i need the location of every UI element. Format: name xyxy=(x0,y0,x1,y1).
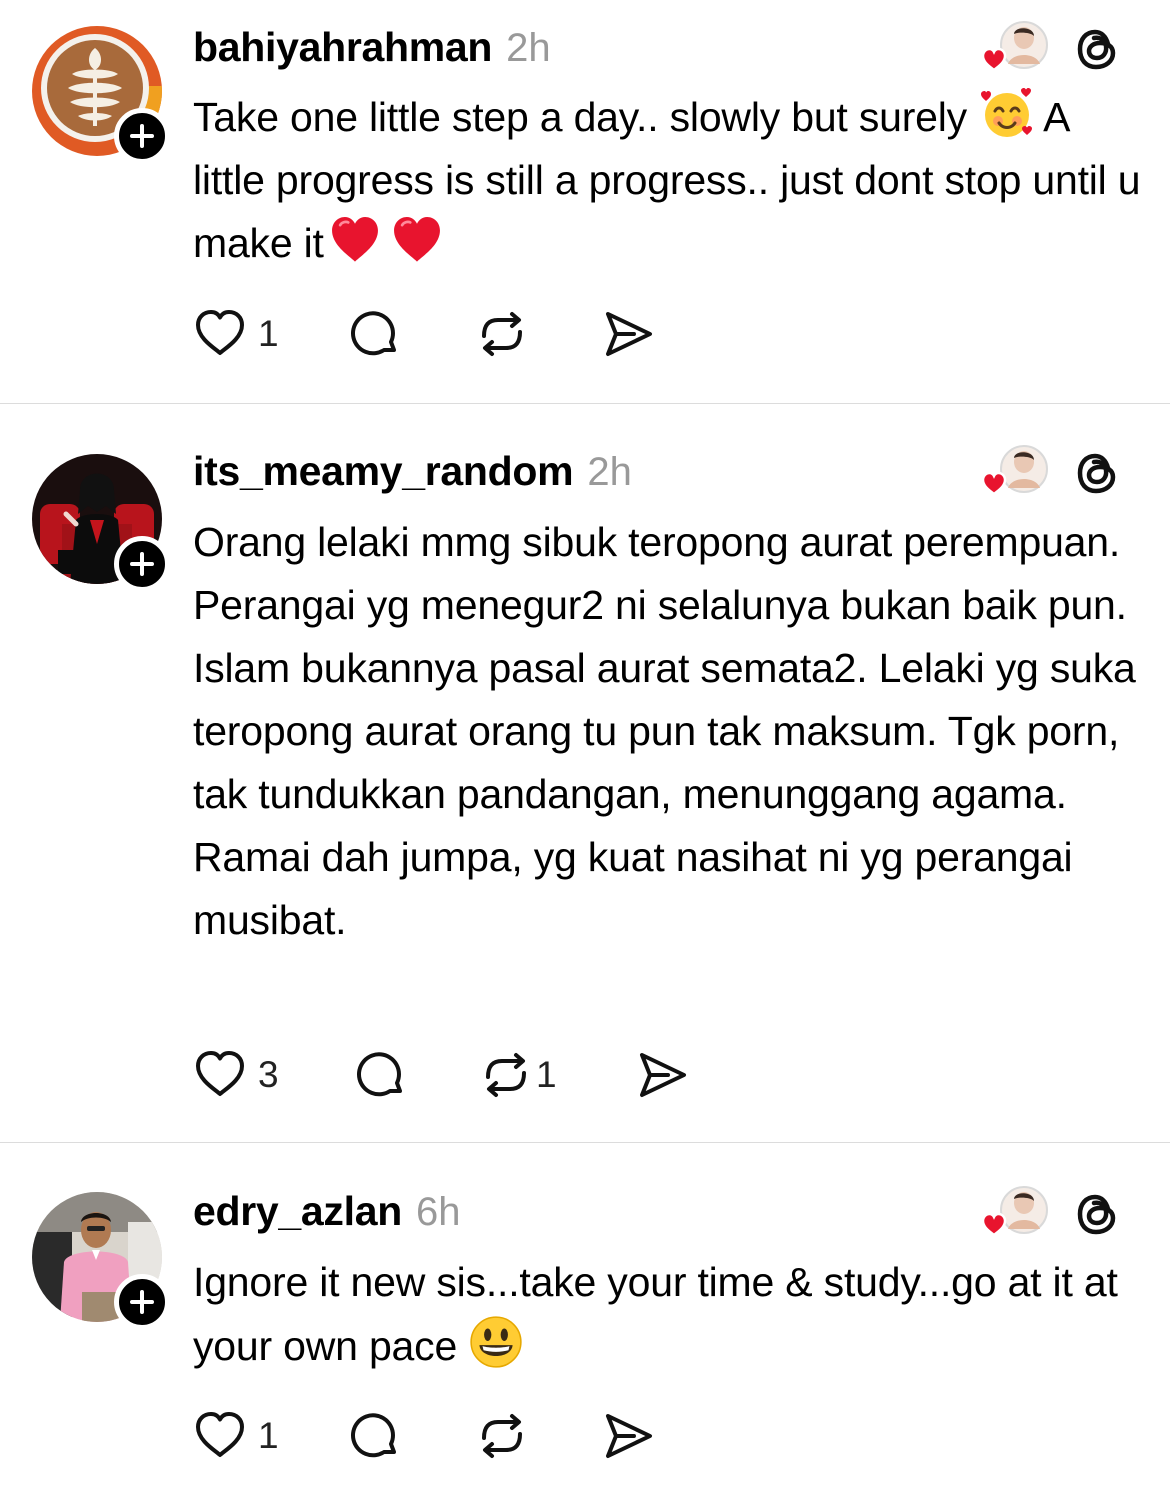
heart-outline-icon xyxy=(192,1408,248,1464)
threads-logo-icon[interactable] xyxy=(1072,24,1122,74)
share-button[interactable] xyxy=(634,1047,690,1103)
timestamp: 6h xyxy=(415,1190,461,1234)
reply-text-part: Orang lelaki mmg sibuk teropong aurat pe… xyxy=(193,519,1136,943)
reply-text-part: Ignore it new sis...take your time & stu… xyxy=(193,1259,1118,1369)
timestamp: 2h xyxy=(506,26,551,70)
plus-icon xyxy=(127,549,157,579)
smiling-face-with-hearts-emoji xyxy=(981,88,1033,137)
comment-button[interactable] xyxy=(348,306,404,362)
like-count: 1 xyxy=(258,1415,279,1456)
liked-by-author-icon xyxy=(978,1185,1048,1245)
repost-arrows-icon xyxy=(474,1408,530,1464)
username-link[interactable]: its_meamy_random xyxy=(193,448,574,495)
reply-text: Ignore it new sis...take your time & stu… xyxy=(193,1251,1143,1378)
repost-arrows-icon xyxy=(478,1047,534,1103)
avatar-container[interactable] xyxy=(32,26,170,164)
like-button[interactable]: 1 xyxy=(192,306,279,362)
avatar-container[interactable] xyxy=(32,1192,170,1330)
username-link[interactable]: bahiyahrahman xyxy=(193,24,492,71)
threads-logo-icon[interactable] xyxy=(1072,448,1122,498)
follow-button[interactable] xyxy=(114,1274,170,1330)
heart-outline-icon xyxy=(192,306,248,362)
reply-header: its_meamy_random 2h xyxy=(193,448,632,498)
send-paper-plane-icon xyxy=(600,306,656,362)
share-button[interactable] xyxy=(600,306,656,362)
like-button[interactable]: 1 xyxy=(192,1408,279,1464)
reply-header: bahiyahrahman 2h xyxy=(193,24,551,74)
username-link[interactable]: edry_azlan xyxy=(193,1188,402,1235)
liked-by-author-icon xyxy=(978,20,1048,80)
comment-bubble-icon xyxy=(348,1408,404,1464)
timestamp: 2h xyxy=(587,450,632,494)
reply-text: Take one little step a day.. slowly but … xyxy=(193,86,1143,275)
comment-bubble-icon xyxy=(354,1047,410,1103)
follow-button[interactable] xyxy=(114,536,170,592)
comment-bubble-icon xyxy=(348,306,404,362)
like-count: 3 xyxy=(258,1054,279,1095)
thread-reply: bahiyahrahman 2h Take one little step a … xyxy=(0,0,1170,403)
reply-header: edry_azlan 6h xyxy=(193,1188,460,1238)
send-paper-plane-icon xyxy=(600,1408,656,1464)
heart-outline-icon xyxy=(192,1047,248,1103)
threads-logo-icon[interactable] xyxy=(1072,1189,1122,1239)
thread-reply: edry_azlan 6h Ignore it new sis...take y… xyxy=(0,1143,1170,1491)
red-heart-emoji xyxy=(386,213,448,267)
repost-count: 1 xyxy=(536,1054,557,1095)
avatar-container[interactable] xyxy=(32,454,170,592)
comment-button[interactable] xyxy=(348,1408,404,1464)
thread-reply: its_meamy_random 2h Orang lelaki mmg sib… xyxy=(0,404,1170,1142)
liked-by-author-icon xyxy=(978,444,1048,504)
grinning-face-emoji xyxy=(470,1316,522,1368)
send-paper-plane-icon xyxy=(634,1047,690,1103)
like-button[interactable]: 3 xyxy=(192,1047,279,1103)
like-count: 1 xyxy=(258,313,279,354)
comment-button[interactable] xyxy=(354,1047,410,1103)
repost-button[interactable] xyxy=(474,1408,530,1464)
plus-icon xyxy=(127,1287,157,1317)
reply-text-part: Take one little step a day.. slowly but … xyxy=(193,94,979,140)
reply-text: Orang lelaki mmg sibuk teropong aurat pe… xyxy=(193,511,1138,952)
share-button[interactable] xyxy=(600,1408,656,1464)
plus-icon xyxy=(127,121,157,151)
repost-button[interactable]: 1 xyxy=(478,1047,557,1103)
red-heart-emoji xyxy=(324,213,386,267)
repost-button[interactable] xyxy=(474,306,530,362)
follow-button[interactable] xyxy=(114,108,170,164)
repost-arrows-icon xyxy=(474,306,530,362)
